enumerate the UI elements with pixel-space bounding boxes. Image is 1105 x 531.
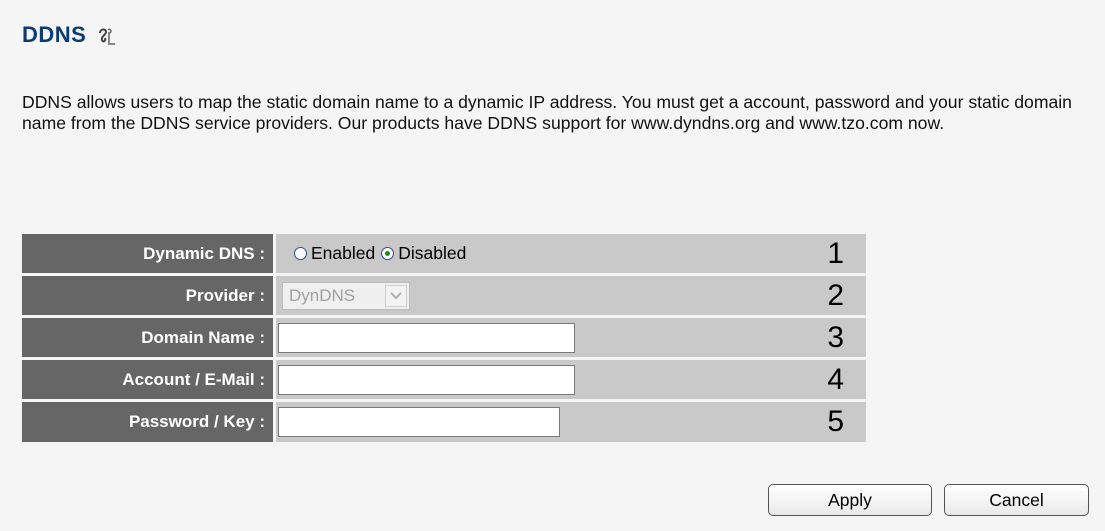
radio-enabled[interactable]: Enabled — [294, 243, 375, 264]
password-label: Password / Key : — [22, 402, 276, 442]
provider-select-value: DynDNS — [289, 285, 356, 305]
domain-name-input[interactable] — [278, 322, 575, 353]
action-buttons: Apply Cancel — [768, 484, 1089, 516]
row-dynamic-dns: Dynamic DNS : Enabled Disabled 1 — [22, 234, 866, 276]
ddns-page: DDNS DDNS allows users to map the static… — [0, 0, 1105, 531]
row-account: Account / E-Mail : 4 — [22, 360, 866, 402]
provider-select[interactable]: DynDNS — [282, 281, 410, 310]
row-marker-2: 2 — [827, 278, 844, 312]
row-marker-3: 3 — [827, 320, 844, 354]
radio-enabled-label: Enabled — [311, 243, 376, 263]
cancel-button[interactable]: Cancel — [944, 484, 1089, 516]
password-key-input[interactable] — [278, 407, 560, 437]
account-email-input[interactable] — [278, 364, 575, 395]
domain-name-label: Domain Name : — [22, 318, 276, 357]
row-provider: Provider : DynDNS 2 — [22, 276, 866, 318]
dynamic-dns-label: Dynamic DNS : — [22, 234, 276, 273]
apply-button[interactable]: Apply — [768, 484, 932, 516]
page-description: DDNS allows users to map the static doma… — [22, 92, 1072, 133]
account-label: Account / E-Mail : — [22, 360, 276, 399]
row-marker-4: 4 — [827, 362, 844, 396]
help-icon[interactable] — [94, 24, 121, 50]
radio-disabled-label: Disabled — [398, 243, 467, 263]
domain-name-value: 3 — [276, 318, 866, 357]
ddns-settings-table: Dynamic DNS : Enabled Disabled 1 Provide… — [22, 234, 866, 442]
row-marker-5: 5 — [827, 405, 844, 438]
page-title: DDNS — [22, 22, 87, 47]
row-marker-1: 1 — [827, 236, 844, 270]
radio-enabled-icon — [294, 247, 307, 260]
chevron-down-icon — [385, 284, 407, 307]
provider-value: DynDNS 2 — [276, 276, 866, 315]
account-value: 4 — [276, 360, 866, 399]
row-domain-name: Domain Name : 3 — [22, 318, 866, 360]
row-password: Password / Key : 5 — [22, 402, 866, 442]
dynamic-dns-value: Enabled Disabled 1 — [276, 234, 866, 273]
title-row: DDNS — [22, 22, 121, 50]
provider-label: Provider : — [22, 276, 276, 315]
radio-disabled[interactable]: Disabled — [381, 243, 466, 264]
radio-disabled-icon — [381, 247, 395, 260]
password-value: 5 — [276, 402, 866, 442]
